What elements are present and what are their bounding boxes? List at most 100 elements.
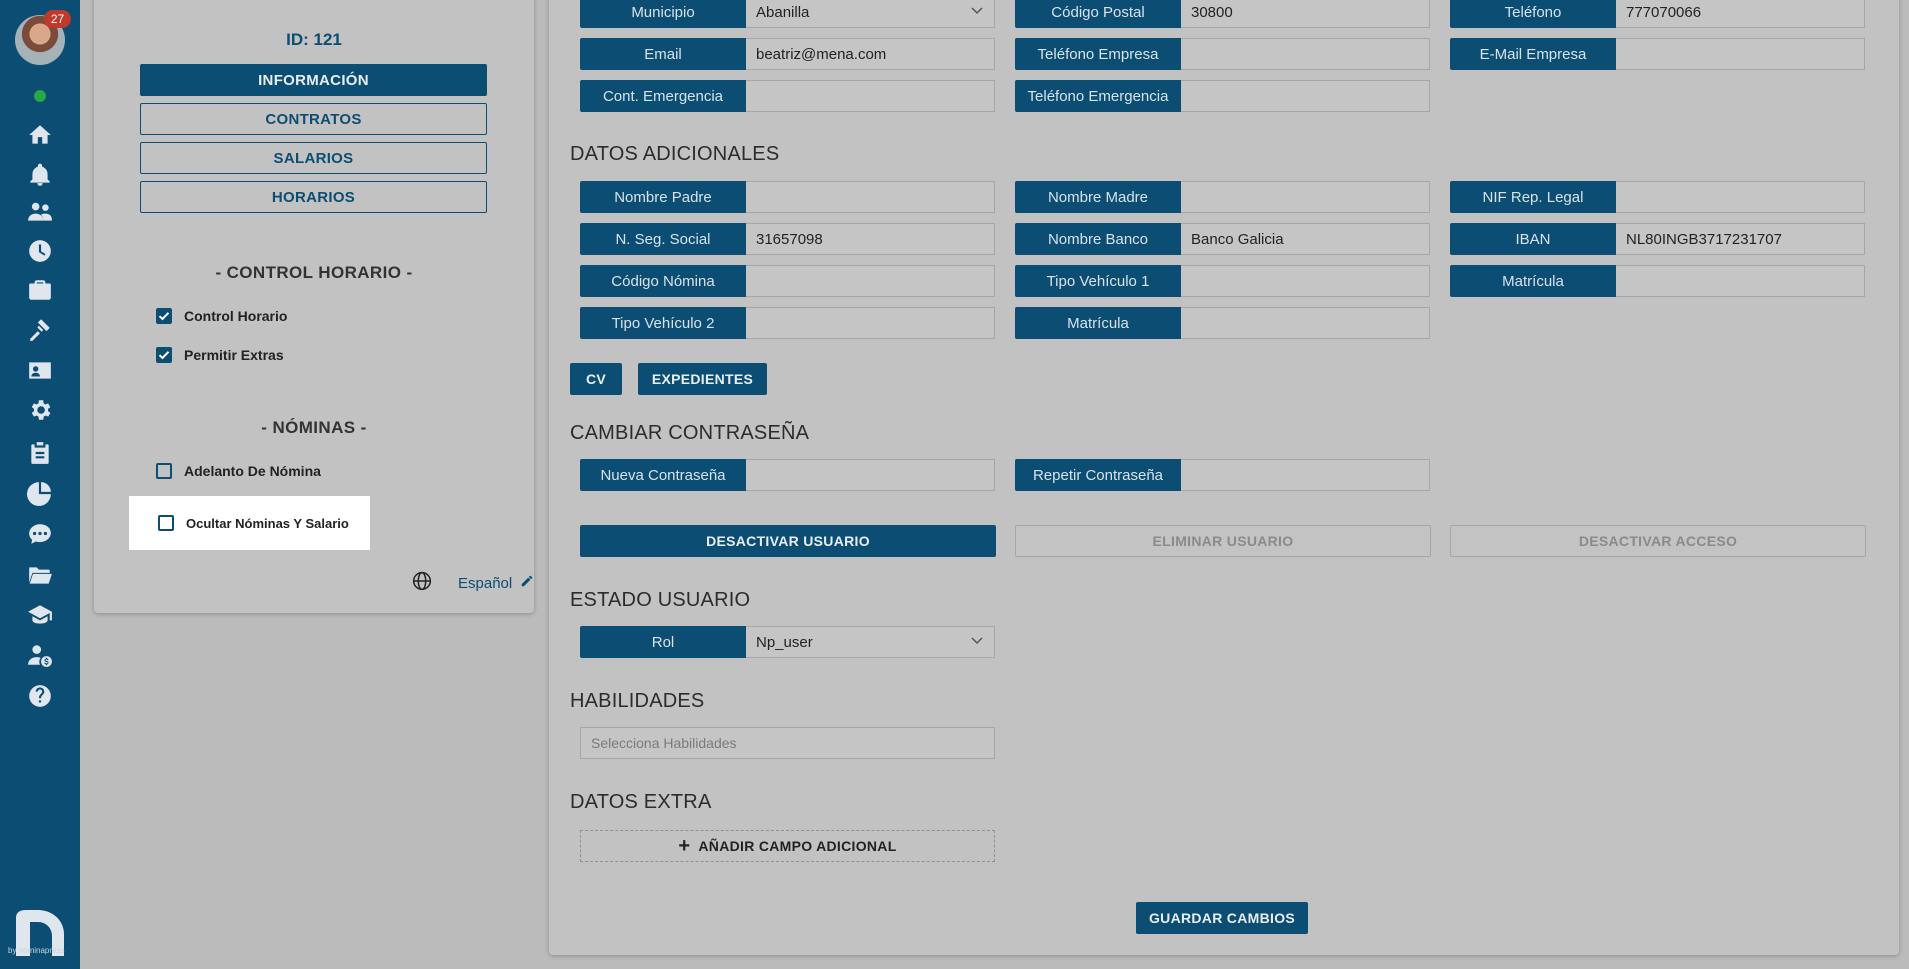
chevron-down-icon xyxy=(970,633,984,651)
add-extra-field-label: AÑADIR CAMPO ADICIONAL xyxy=(698,838,897,854)
n-seg-social-input[interactable]: 31657098 xyxy=(746,223,995,255)
tipo-vehiculo-1-input[interactable] xyxy=(1181,265,1430,297)
nombre-banco-label: Nombre Banco xyxy=(1015,223,1181,255)
bell-icon[interactable] xyxy=(24,161,56,189)
help-icon[interactable] xyxy=(24,682,56,710)
cv-button[interactable]: CV xyxy=(570,363,622,395)
add-extra-field-button[interactable]: + AÑADIR CAMPO ADICIONAL xyxy=(580,830,995,862)
user-money-icon[interactable] xyxy=(24,641,56,669)
clock-icon[interactable] xyxy=(24,237,56,265)
tools-icon[interactable] xyxy=(24,315,56,343)
save-changes-button[interactable]: GUARDAR CAMBIOS xyxy=(1136,902,1308,934)
desactivar-usuario-button[interactable]: DESACTIVAR USUARIO xyxy=(580,525,996,557)
checkbox-unchecked[interactable] xyxy=(158,515,174,531)
folder-icon[interactable] xyxy=(24,561,56,589)
iban-field[interactable]: IBAN NL80INGB3717231707 xyxy=(1450,223,1865,255)
users-icon[interactable] xyxy=(24,198,56,226)
municipio-field[interactable]: Municipio Abanilla xyxy=(580,0,995,28)
email-empresa-label: E-Mail Empresa xyxy=(1450,38,1616,70)
nombre-padre-field[interactable]: Nombre Padre xyxy=(580,181,995,213)
nombre-banco-input[interactable]: Banco Galicia xyxy=(1181,223,1430,255)
checkbox-checked[interactable] xyxy=(156,308,172,324)
telefono-input[interactable]: 777070066 xyxy=(1616,0,1865,28)
email-label: Email xyxy=(580,38,746,70)
control-horario-label: Control Horario xyxy=(184,308,288,324)
email-empresa-input[interactable] xyxy=(1616,38,1865,70)
ocultar-nominas-checkbox-row[interactable]: Ocultar Nóminas Y Salario xyxy=(158,515,349,531)
matricula-2-label: Matrícula xyxy=(1015,307,1181,339)
expedientes-button[interactable]: EXPEDIENTES xyxy=(638,363,767,395)
nueva-contrasena-input[interactable] xyxy=(746,459,995,491)
nif-rep-legal-input[interactable] xyxy=(1616,181,1865,213)
home-icon[interactable] xyxy=(24,121,56,149)
email-empresa-field[interactable]: E-Mail Empresa xyxy=(1450,38,1865,70)
nombre-padre-input[interactable] xyxy=(746,181,995,213)
tab-informacion[interactable]: INFORMACIÓN xyxy=(140,64,487,96)
pie-chart-icon[interactable] xyxy=(24,479,56,507)
telefono-empresa-field[interactable]: Teléfono Empresa xyxy=(1015,38,1430,70)
codigo-nomina-field[interactable]: Código Nómina xyxy=(580,265,995,297)
repetir-contrasena-input[interactable] xyxy=(1181,459,1430,491)
eliminar-usuario-button[interactable]: ELIMINAR USUARIO xyxy=(1015,525,1431,557)
gear-icon[interactable] xyxy=(24,396,56,424)
tab-salarios[interactable]: SALARIOS xyxy=(140,142,487,174)
chat-icon[interactable] xyxy=(24,520,56,548)
email-input[interactable]: beatriz@mena.com xyxy=(746,38,995,70)
clipboard-icon[interactable] xyxy=(24,439,56,467)
repetir-contrasena-field[interactable]: Repetir Contraseña xyxy=(1015,459,1430,491)
cont-emergencia-field[interactable]: Cont. Emergencia xyxy=(580,80,995,112)
globe-icon xyxy=(412,571,432,595)
matricula-1-input[interactable] xyxy=(1616,265,1865,297)
pencil-icon[interactable] xyxy=(520,574,534,592)
tab-horarios[interactable]: HORARIOS xyxy=(140,181,487,213)
telefono-emergencia-input[interactable] xyxy=(1181,80,1430,112)
municipio-select[interactable]: Abanilla xyxy=(746,0,995,28)
nombre-banco-field[interactable]: Nombre Banco Banco Galicia xyxy=(1015,223,1430,255)
tipo-vehiculo-1-field[interactable]: Tipo Vehículo 1 xyxy=(1015,265,1430,297)
brand-text: by nominapress xyxy=(8,946,65,955)
plus-icon: + xyxy=(678,835,691,857)
notification-badge: 27 xyxy=(44,10,71,28)
n-seg-social-field[interactable]: N. Seg. Social 31657098 xyxy=(580,223,995,255)
permitir-extras-checkbox-row[interactable]: Permitir Extras xyxy=(156,347,284,363)
telefono-empresa-input[interactable] xyxy=(1181,38,1430,70)
tab-contratos[interactable]: CONTRATOS xyxy=(140,103,487,135)
ocultar-nominas-label: Ocultar Nóminas Y Salario xyxy=(186,515,349,531)
codigo-postal-input[interactable]: 30800 xyxy=(1181,0,1430,28)
telefono-field[interactable]: Teléfono 777070066 xyxy=(1450,0,1865,28)
language-selector[interactable]: Español xyxy=(412,571,534,595)
matricula-1-field[interactable]: Matrícula xyxy=(1450,265,1865,297)
desactivar-acceso-button[interactable]: DESACTIVAR ACCESO xyxy=(1450,525,1866,557)
codigo-nomina-input[interactable] xyxy=(746,265,995,297)
matricula-2-input[interactable] xyxy=(1181,307,1430,339)
rol-field[interactable]: Rol Np_user xyxy=(580,626,995,658)
codigo-postal-field[interactable]: Código Postal 30800 xyxy=(1015,0,1430,28)
nueva-contrasena-field[interactable]: Nueva Contraseña xyxy=(580,459,995,491)
adelanto-nomina-checkbox-row[interactable]: Adelanto De Nómina xyxy=(156,463,321,479)
habilidades-select[interactable]: Selecciona Habilidades xyxy=(580,727,995,759)
id-card-icon[interactable] xyxy=(24,356,56,384)
iban-input[interactable]: NL80INGB3717231707 xyxy=(1616,223,1865,255)
cont-emergencia-input[interactable] xyxy=(746,80,995,112)
online-status-dot xyxy=(34,90,46,102)
telefono-emergencia-field[interactable]: Teléfono Emergencia xyxy=(1015,80,1430,112)
control-horario-checkbox-row[interactable]: Control Horario xyxy=(156,308,287,324)
email-field[interactable]: Email beatriz@mena.com xyxy=(580,38,995,70)
estado-usuario-heading: ESTADO USUARIO xyxy=(570,589,751,611)
graduation-cap-icon[interactable] xyxy=(24,601,56,629)
nombre-madre-input[interactable] xyxy=(1181,181,1430,213)
nif-rep-legal-field[interactable]: NIF Rep. Legal xyxy=(1450,181,1865,213)
nif-rep-legal-label: NIF Rep. Legal xyxy=(1450,181,1616,213)
checkbox-unchecked[interactable] xyxy=(156,463,172,479)
briefcase-icon[interactable] xyxy=(24,276,56,304)
matricula-2-field[interactable]: Matrícula xyxy=(1015,307,1430,339)
tipo-vehiculo-2-field[interactable]: Tipo Vehículo 2 xyxy=(580,307,995,339)
municipio-value: Abanilla xyxy=(756,3,810,21)
tipo-vehiculo-2-input[interactable] xyxy=(746,307,995,339)
nombre-madre-field[interactable]: Nombre Madre xyxy=(1015,181,1430,213)
checkbox-checked[interactable] xyxy=(156,347,172,363)
language-label: Español xyxy=(458,574,513,592)
codigo-postal-label: Código Postal xyxy=(1015,0,1181,28)
telefono-empresa-label: Teléfono Empresa xyxy=(1015,38,1181,70)
rol-select[interactable]: Np_user xyxy=(746,626,995,658)
